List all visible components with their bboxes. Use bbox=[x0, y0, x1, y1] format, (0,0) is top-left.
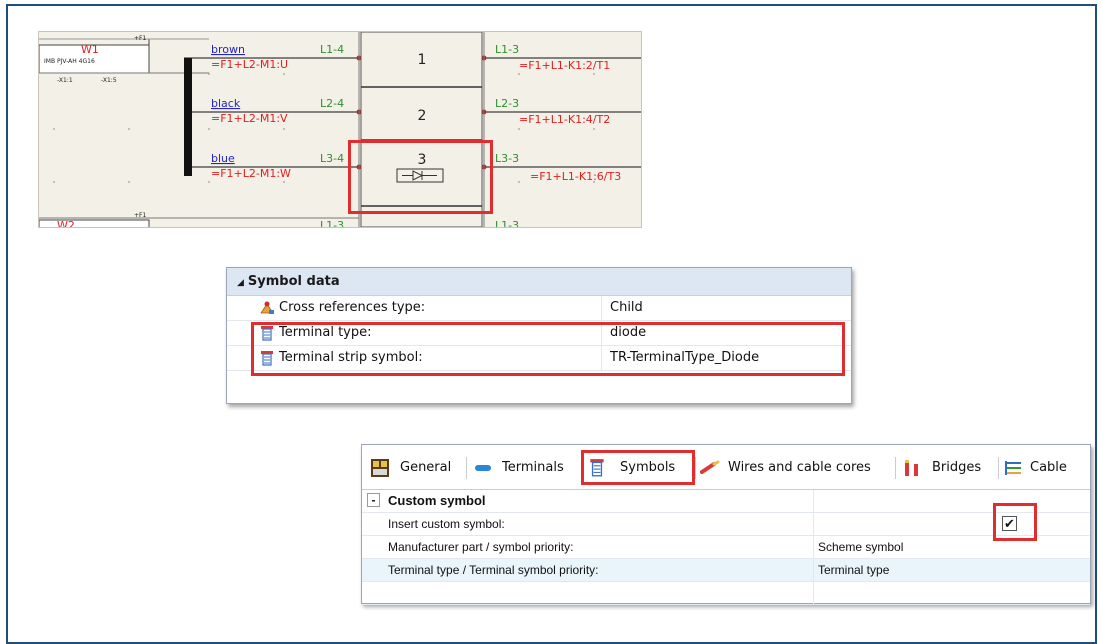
property-row-selected[interactable]: Terminal type / Terminal symbol priority… bbox=[362, 559, 1090, 582]
wire-number-label: L1-3 bbox=[495, 219, 519, 227]
wire-color-label: black bbox=[211, 97, 241, 110]
wire-number-label: L2-3 bbox=[495, 97, 519, 110]
collapse-triangle-icon[interactable]: ◢ bbox=[237, 278, 244, 288]
tab-general[interactable]: General bbox=[370, 455, 472, 481]
schematic-view[interactable]: W1 IMB PJV-AH 4G16 +F1 -X1:1 -X1:5 1 2 3… bbox=[38, 31, 642, 228]
section-value-cell bbox=[813, 490, 1089, 512]
property-label: Terminal type / Terminal symbol priority… bbox=[388, 563, 599, 577]
property-value[interactable]: Child bbox=[601, 296, 849, 320]
wires-icon bbox=[700, 460, 720, 474]
wire-number-label: L1-4 bbox=[320, 43, 344, 56]
terminal-number: 1 bbox=[418, 52, 427, 68]
property-label: Insert custom symbol: bbox=[388, 517, 505, 531]
cable-tag: W2 bbox=[57, 219, 75, 227]
symbol-data-panel: ◢ Symbol data Cross references type: Chil… bbox=[226, 267, 852, 404]
small-label-b: -X1:5 bbox=[101, 77, 117, 84]
section-title: Symbol data bbox=[247, 274, 340, 289]
small-label-a: -X1:1 bbox=[57, 77, 73, 84]
wire-color-label: brown bbox=[211, 43, 245, 56]
general-icon bbox=[371, 459, 389, 477]
collapse-toggle[interactable]: - bbox=[367, 493, 380, 507]
property-value-cell: ✔ bbox=[813, 513, 1089, 535]
frame-tag: +F1 bbox=[134, 35, 146, 42]
left-target-label: =F1+L2-M1:U bbox=[211, 58, 288, 71]
property-value[interactable]: Terminal type bbox=[813, 559, 1089, 581]
property-row[interactable]: Cross references type: Child bbox=[227, 296, 851, 321]
empty-row bbox=[362, 582, 1090, 605]
right-target-label: =F1+L1-K1:6/T3 bbox=[530, 170, 621, 183]
left-target-label: =F1+L2-M1:W bbox=[211, 167, 291, 180]
tab-separator bbox=[466, 457, 467, 479]
cable-bundle-bar bbox=[184, 58, 192, 176]
highlight-box bbox=[251, 322, 845, 376]
cable-icon bbox=[1005, 461, 1021, 475]
property-row[interactable]: Insert custom symbol: ✔ bbox=[362, 513, 1090, 536]
tab-bridges[interactable]: Bridges bbox=[902, 455, 996, 481]
right-target-label: =F1+L1-K1:2/T1 bbox=[519, 59, 610, 72]
right-target-label: =F1+L1-K1:4/T2 bbox=[519, 113, 610, 126]
tab-cable[interactable]: Cable bbox=[1004, 455, 1088, 481]
tab-bar: General Terminals Symbols Wires and cabl… bbox=[362, 445, 1090, 490]
wire-number-label: L1-3 bbox=[320, 219, 344, 227]
wire-number-label: L3-3 bbox=[495, 152, 519, 165]
wire-number-label: L2-4 bbox=[320, 97, 344, 110]
section-row[interactable]: - Custom symbol bbox=[362, 490, 1090, 513]
tab-terminals[interactable]: Terminals bbox=[474, 455, 579, 481]
wire-number-label: L1-3 bbox=[495, 43, 519, 56]
tab-wires[interactable]: Wires and cable cores bbox=[700, 455, 890, 481]
property-row[interactable]: Manufacturer part / symbol priority: Sch… bbox=[362, 536, 1090, 559]
wire-number-label: L3-4 bbox=[320, 152, 344, 165]
cable-tag: W1 bbox=[81, 43, 99, 56]
tab-separator bbox=[895, 457, 896, 479]
cable-desc: IMB PJV-AH 4G16 bbox=[44, 58, 95, 65]
property-value[interactable]: Scheme symbol bbox=[813, 536, 1089, 558]
tab-separator bbox=[998, 457, 999, 479]
cross-references-icon bbox=[260, 301, 274, 314]
tab-separator bbox=[695, 457, 696, 479]
terminals-icon bbox=[475, 465, 491, 471]
bridges-icon bbox=[905, 460, 918, 476]
highlight-box bbox=[993, 503, 1037, 541]
property-label: Cross references type: bbox=[279, 300, 426, 315]
section-title: Custom symbol bbox=[388, 493, 486, 508]
left-target-label: =F1+L2-M1:V bbox=[211, 112, 288, 125]
frame-tag: +F1 bbox=[134, 212, 146, 219]
schematic-canvas: W1 IMB PJV-AH 4G16 +F1 -X1:1 -X1:5 1 2 3… bbox=[39, 32, 641, 227]
property-label: Manufacturer part / symbol priority: bbox=[388, 540, 574, 554]
properties-dialog: General Terminals Symbols Wires and cabl… bbox=[361, 444, 1091, 605]
empty-value-cell bbox=[813, 582, 1089, 604]
highlight-box bbox=[581, 450, 695, 485]
highlight-box bbox=[348, 140, 493, 214]
wire-color-label: blue bbox=[211, 152, 235, 165]
terminal-number: 2 bbox=[418, 108, 427, 124]
symbol-data-header[interactable]: ◢ Symbol data bbox=[227, 268, 851, 296]
